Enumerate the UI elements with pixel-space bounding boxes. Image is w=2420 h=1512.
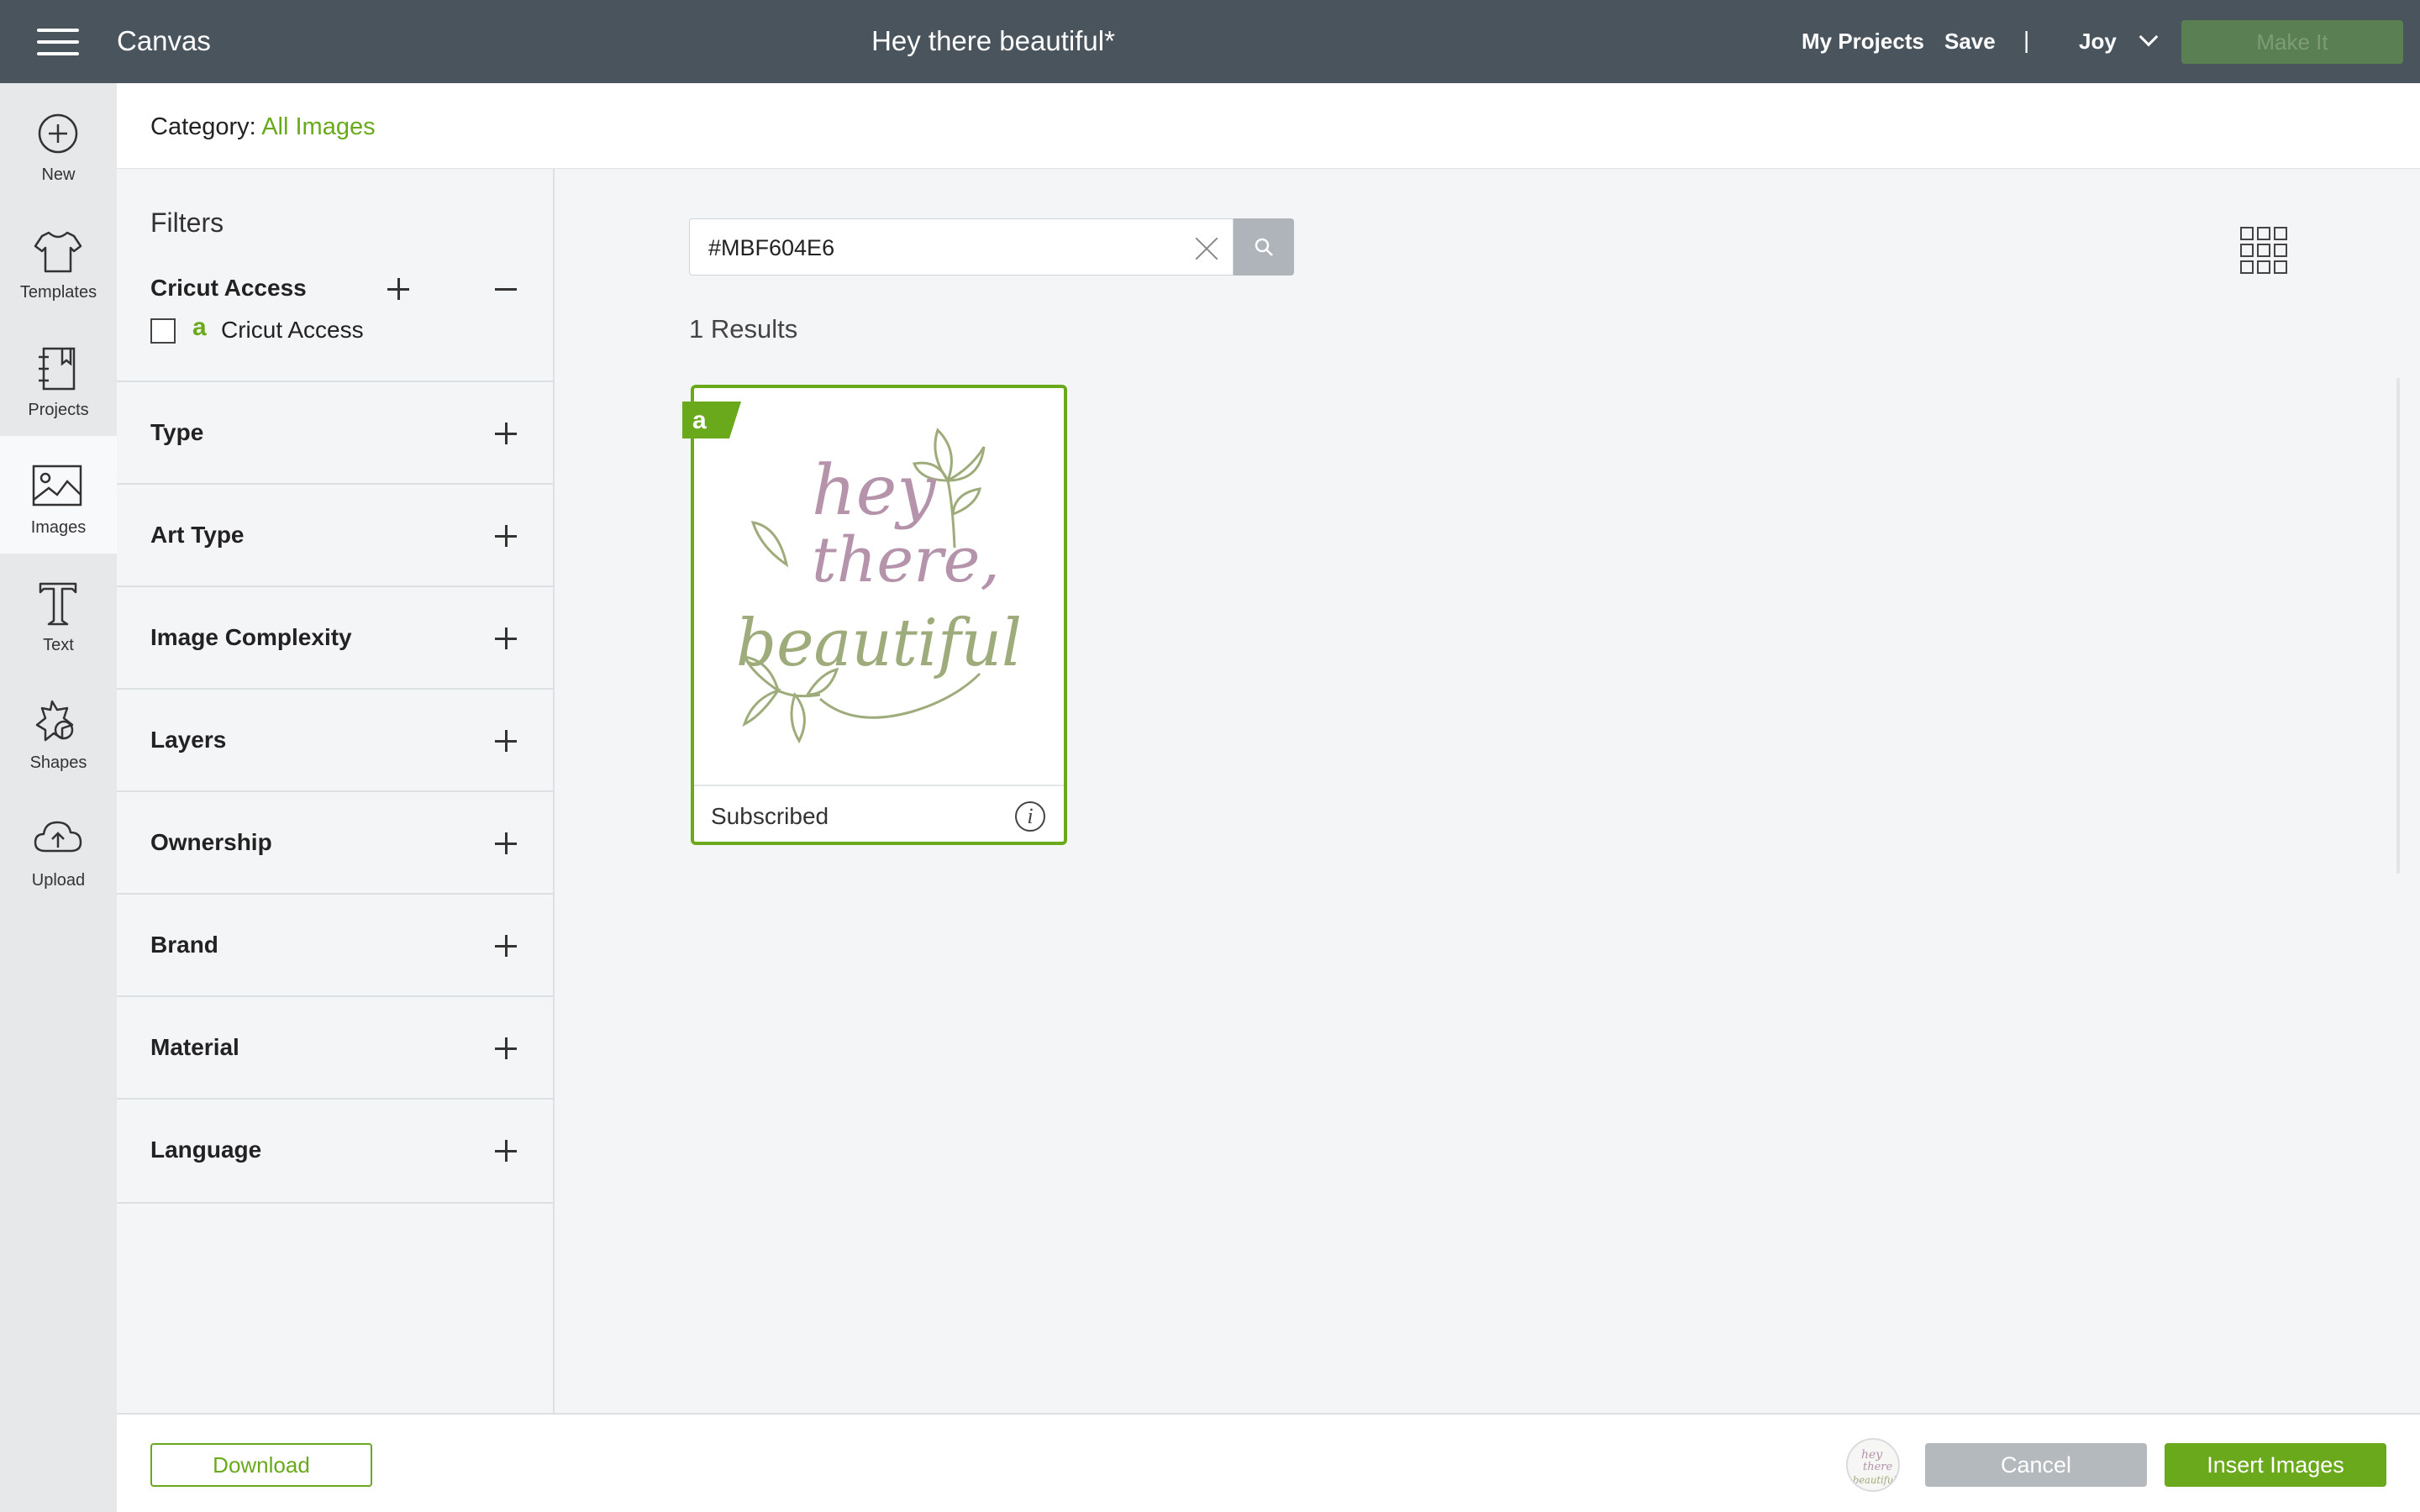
hey-there-beautiful-artwork: hey there, beautiful xyxy=(736,428,1022,744)
nav-images[interactable]: Images xyxy=(0,436,117,554)
filter-image-complexity-plus-icon[interactable] xyxy=(495,627,517,649)
filter-material-label: Material xyxy=(150,1034,239,1060)
clear-search-icon[interactable] xyxy=(1194,236,1219,261)
filter-layers-plus-icon[interactable] xyxy=(495,730,517,752)
my-projects-link[interactable]: My Projects xyxy=(1802,29,1924,55)
selected-image-thumbnail[interactable]: hey there beautiful xyxy=(1846,1438,1900,1492)
chevron-down-icon xyxy=(2139,27,2159,47)
cricut-access-expand-plus-icon[interactable] xyxy=(387,278,409,300)
nav-text-label: Text xyxy=(43,636,74,654)
category-value-link[interactable]: All Images xyxy=(261,113,375,140)
nav-upload[interactable]: Upload xyxy=(0,789,117,906)
image-result-card[interactable]: a hey there, beautiful Subscribed i xyxy=(682,385,1067,845)
filter-art-type-label: Art Type xyxy=(150,522,245,548)
make-it-button[interactable]: Make It xyxy=(2181,20,2403,64)
nav-images-label: Images xyxy=(30,518,87,537)
filter-brand-plus-icon[interactable] xyxy=(495,935,517,957)
filter-ownership[interactable]: Ownership xyxy=(117,790,553,893)
nav-upload-label: Upload xyxy=(31,871,86,890)
image-icon xyxy=(32,465,82,507)
filter-layers-label: Layers xyxy=(150,727,227,753)
text-t-icon xyxy=(39,582,77,626)
cricut-access-filter-title: Cricut Access xyxy=(150,275,307,301)
filter-type-plus-icon[interactable] xyxy=(495,423,517,444)
category-label: Category: xyxy=(150,113,256,140)
card-badge-letter: a xyxy=(692,407,707,434)
filters-title: Filters xyxy=(150,207,224,238)
nav-shapes[interactable]: Shapes xyxy=(0,671,117,789)
filter-layers[interactable]: Layers xyxy=(117,688,553,790)
nav-templates-label: Templates xyxy=(19,283,97,302)
filter-ownership-label: Ownership xyxy=(150,829,272,855)
results-scrollbar[interactable] xyxy=(2396,378,2400,874)
filter-brand[interactable]: Brand xyxy=(117,893,553,995)
grid-view-icon[interactable] xyxy=(2240,227,2287,274)
filter-art-type[interactable]: Art Type xyxy=(117,483,553,585)
user-menu[interactable]: Joy xyxy=(2079,27,2159,55)
cricut-access-option-label: Cricut Access xyxy=(221,317,364,343)
nav-new-label: New xyxy=(41,165,76,184)
filter-ownership-plus-icon[interactable] xyxy=(495,832,517,854)
search-input[interactable] xyxy=(708,231,1179,265)
filter-material[interactable]: Material xyxy=(117,995,553,1098)
results-count: 1 Results xyxy=(689,314,798,344)
filter-material-plus-icon[interactable] xyxy=(495,1037,517,1059)
download-button[interactable]: Download xyxy=(150,1443,372,1487)
thumb-word-there: there xyxy=(1863,1461,1893,1473)
project-title: Hey there beautiful* xyxy=(871,25,1115,56)
thumb-word-hey: hey xyxy=(1861,1448,1883,1462)
filter-language-label: Language xyxy=(150,1137,262,1163)
info-icon[interactable]: i xyxy=(1015,801,1045,832)
topbar-separator: | xyxy=(2023,27,2030,53)
search-box xyxy=(689,218,1234,276)
search-button[interactable] xyxy=(1234,218,1294,276)
artwork-word-there: there, xyxy=(812,524,1000,596)
nav-new[interactable]: New xyxy=(0,83,117,201)
top-bar: Canvas Hey there beautiful* My Projects … xyxy=(0,0,2420,83)
nav-shapes-label: Shapes xyxy=(29,753,87,772)
left-nav: New Templates Projects Images Text Shape… xyxy=(0,83,117,1512)
filter-image-complexity[interactable]: Image Complexity xyxy=(117,585,553,688)
bottom-bar: Download hey there beautiful Cancel Inse… xyxy=(117,1413,2420,1512)
filter-brand-label: Brand xyxy=(150,932,218,958)
plus-circle-icon xyxy=(38,113,78,154)
notebook-icon xyxy=(39,347,76,391)
card-footer: Subscribed i xyxy=(694,785,1064,845)
filters-divider xyxy=(117,1202,553,1204)
cricut-access-collapse-minus-icon[interactable] xyxy=(495,278,517,300)
filters-panel: Filters Cricut Access a Cricut Access Ty… xyxy=(117,169,555,1413)
nav-projects[interactable]: Projects xyxy=(0,318,117,436)
filter-language-plus-icon[interactable] xyxy=(495,1140,517,1162)
filter-art-type-plus-icon[interactable] xyxy=(495,525,517,547)
tshirt-icon xyxy=(34,231,82,273)
artwork-word-beautiful: beautiful xyxy=(736,606,1022,681)
cricut-access-checkbox[interactable] xyxy=(150,318,176,344)
search-icon xyxy=(1255,238,1273,256)
cricut-access-badge-icon: a xyxy=(192,313,207,341)
filter-language[interactable]: Language xyxy=(117,1098,553,1200)
card-status: Subscribed xyxy=(711,803,829,829)
nav-templates[interactable]: Templates xyxy=(0,201,117,318)
nav-text[interactable]: Text xyxy=(0,554,117,671)
thumbnail-artwork: hey there beautiful xyxy=(1853,1448,1897,1486)
user-name: Joy xyxy=(2079,29,2117,54)
save-link[interactable]: Save xyxy=(1944,29,1996,55)
insert-images-button[interactable]: Insert Images xyxy=(2165,1443,2386,1487)
category-header: Category: All Images xyxy=(117,83,2420,169)
shapes-icon xyxy=(35,700,74,742)
cloud-upload-icon xyxy=(34,821,82,853)
filter-image-complexity-label: Image Complexity xyxy=(150,624,352,650)
nav-projects-label: Projects xyxy=(28,401,89,419)
category-breadcrumb: Category: All Images xyxy=(150,113,376,141)
cancel-button[interactable]: Cancel xyxy=(1925,1443,2147,1487)
artwork-word-hey: hey xyxy=(812,451,937,531)
thumb-word-beautiful: beautiful xyxy=(1853,1474,1897,1486)
filter-type[interactable]: Type xyxy=(117,381,553,483)
filter-type-label: Type xyxy=(150,419,204,445)
